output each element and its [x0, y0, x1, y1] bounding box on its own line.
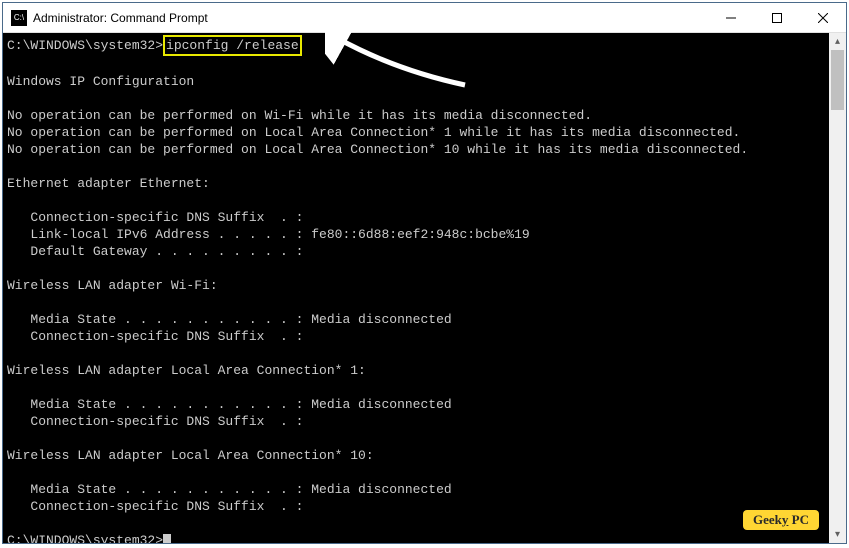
minimize-button[interactable] — [708, 3, 754, 33]
terminal-line: Link-local IPv6 Address . . . . . : fe80… — [7, 227, 530, 242]
maximize-button[interactable] — [754, 3, 800, 33]
vertical-scrollbar[interactable]: ▴ ▾ — [829, 33, 846, 543]
watermark-badge: Geeky PC — [743, 510, 819, 530]
terminal-line: No operation can be performed on Wi-Fi w… — [7, 108, 592, 123]
terminal-line: Wireless LAN adapter Local Area Connecti… — [7, 448, 374, 463]
prompt-path: C:\WINDOWS\system32> — [7, 38, 163, 53]
app-icon: C:\ — [11, 10, 27, 26]
terminal-line: Connection-specific DNS Suffix . : — [7, 499, 303, 514]
titlebar[interactable]: C:\ Administrator: Command Prompt — [3, 3, 846, 33]
prompt-path: C:\WINDOWS\system32> — [7, 533, 163, 543]
terminal-output[interactable]: C:\WINDOWS\system32>ipconfig /release Wi… — [3, 33, 829, 543]
scroll-up-arrow[interactable]: ▴ — [829, 33, 846, 50]
terminal-line: Media State . . . . . . . . . . . : Medi… — [7, 312, 452, 327]
cursor — [163, 534, 171, 543]
terminal-line: Windows IP Configuration — [7, 74, 194, 89]
terminal-line: Ethernet adapter Ethernet: — [7, 176, 210, 191]
terminal-line: Connection-specific DNS Suffix . : — [7, 414, 303, 429]
window-controls — [708, 3, 846, 33]
window-title: Administrator: Command Prompt — [33, 11, 708, 25]
terminal-line: Connection-specific DNS Suffix . : — [7, 210, 303, 225]
close-button[interactable] — [800, 3, 846, 33]
command-highlight: ipconfig /release — [163, 35, 302, 56]
scroll-track[interactable] — [829, 50, 846, 526]
terminal-line: Connection-specific DNS Suffix . : — [7, 329, 303, 344]
terminal-line: Wireless LAN adapter Wi-Fi: — [7, 278, 218, 293]
terminal-line: No operation can be performed on Local A… — [7, 142, 748, 157]
terminal-line: Wireless LAN adapter Local Area Connecti… — [7, 363, 366, 378]
command-prompt-window: C:\ Administrator: Command Prompt C:\WIN… — [2, 2, 847, 544]
content-area: C:\WINDOWS\system32>ipconfig /release Wi… — [3, 33, 846, 543]
scroll-down-arrow[interactable]: ▾ — [829, 526, 846, 543]
terminal-line: No operation can be performed on Local A… — [7, 125, 740, 140]
terminal-line: Default Gateway . . . . . . . . . : — [7, 244, 303, 259]
terminal-line: Media State . . . . . . . . . . . : Medi… — [7, 482, 452, 497]
scroll-thumb[interactable] — [831, 50, 844, 110]
terminal-line: Media State . . . . . . . . . . . : Medi… — [7, 397, 452, 412]
